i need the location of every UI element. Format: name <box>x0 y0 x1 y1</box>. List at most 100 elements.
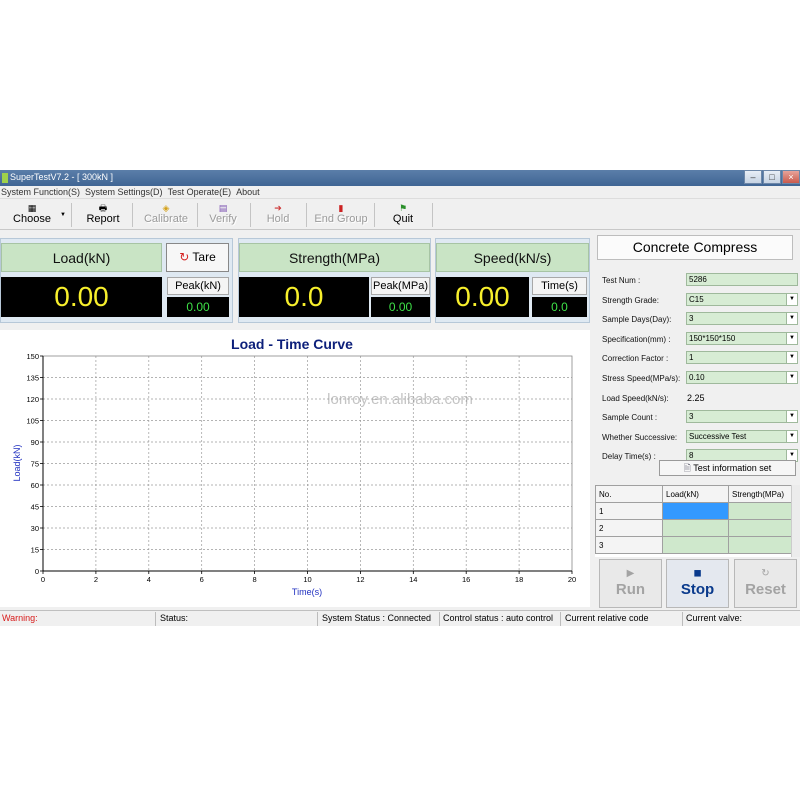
warning-status: Warning: <box>0 612 156 626</box>
field-select[interactable]: 3 ▼ <box>686 312 798 326</box>
system-status: System Status : Connected <box>320 612 440 626</box>
menu-system-function[interactable]: System Function(S) <box>0 186 84 198</box>
field-label: Load Speed(kN/s): <box>602 393 669 403</box>
application-window: SuperTestV7.2 - [ 300kN ] – □ × System F… <box>0 170 800 626</box>
table-row[interactable]: 2 <box>595 519 792 537</box>
field-value-text: 2.25 <box>687 392 705 403</box>
time-value: 0.0 <box>532 297 587 317</box>
load-time-chart: Load - Time Curve lonroy.en.alibaba.com … <box>0 330 590 607</box>
close-button[interactable]: × <box>782 170 800 184</box>
printer-icon: 🖶 <box>98 203 108 213</box>
chevron-down-icon[interactable]: ▼ <box>786 332 797 344</box>
menu-test-operate[interactable]: Test Operate(E) <box>167 186 236 198</box>
field-select[interactable]: 1 ▼ <box>686 351 798 365</box>
chevron-down-icon[interactable]: ▼ <box>786 372 797 383</box>
x-tick-label: 10 <box>303 575 311 584</box>
stop-button[interactable]: ◼ Stop <box>666 559 729 608</box>
strength-peak-label: Peak(MPa) <box>371 277 430 295</box>
table-scrollbar[interactable] <box>791 485 800 557</box>
load-peak-value: 0.00 <box>167 297 229 317</box>
results-table: No. Load(kN) Strength(MPa) 1 2 3 <box>595 485 800 557</box>
field-row: Specification(mm) : 150*150*150 ▼ <box>602 331 798 348</box>
table-row[interactable]: 1 <box>595 502 792 520</box>
speed-header: Speed(kN/s) <box>436 243 589 272</box>
y-tick-label: 0 <box>35 567 39 576</box>
tare-button[interactable]: ↻ Tare <box>166 243 229 272</box>
arrow-right-icon: ➔ <box>274 203 282 213</box>
field-row: Correction Factor :1 ▼ <box>602 351 798 367</box>
strength-cell[interactable] <box>728 519 792 537</box>
app-icon <box>2 173 8 183</box>
chart-title: Load - Time Curve <box>231 336 353 352</box>
strength-cell[interactable] <box>728 536 792 554</box>
y-tick-label: 90 <box>31 438 39 447</box>
row-number: 2 <box>595 519 663 537</box>
chevron-down-icon[interactable]: ▼ <box>60 212 66 218</box>
strength-panel: Strength(MPa) 0.0 Peak(MPa) 0.00 <box>238 238 431 323</box>
choose-button[interactable]: ▦ Choose <box>4 201 60 229</box>
field-select[interactable]: 0.10 ▼ <box>686 371 798 384</box>
maximize-button[interactable]: □ <box>763 170 781 184</box>
y-tick-label: 105 <box>26 417 39 426</box>
reset-button[interactable]: ↻ Reset <box>734 559 797 608</box>
verify-button[interactable]: ▤ Verify <box>201 201 245 229</box>
load-cell[interactable] <box>662 519 729 537</box>
y-tick-label: 135 <box>26 374 39 383</box>
field-select[interactable]: 150*150*150 ▼ <box>686 331 798 345</box>
stop-icon: ◼ <box>693 568 702 579</box>
field-row: Load Speed(kN/s): 2.25 <box>602 391 797 407</box>
field-select[interactable]: Successive Test ▼ <box>686 429 798 443</box>
x-tick-label: 0 <box>41 575 45 584</box>
x-tick-label: 14 <box>409 575 417 584</box>
y-tick-label: 75 <box>31 460 39 469</box>
load-header: Load(kN) <box>1 243 162 272</box>
y-tick-label: 150 <box>26 352 39 361</box>
chevron-down-icon[interactable]: ▼ <box>786 430 797 442</box>
x-tick-label: 20 <box>568 575 576 584</box>
chevron-down-icon[interactable]: ▼ <box>786 352 797 364</box>
y-tick-label: 45 <box>31 503 39 512</box>
column-header-strength: Strength(MPa) <box>728 485 792 503</box>
menu-system-settings[interactable]: System Settings(D) <box>84 186 167 198</box>
chart-ylabel: Load(kN) <box>12 444 22 481</box>
field-label: Sample Days(Day): <box>602 315 672 325</box>
test-information-set-button[interactable]: 🗎 Test information set <box>659 460 796 476</box>
y-tick-label: 120 <box>26 395 39 404</box>
load-panel: Load(kN) ↻ Tare 0.00 Peak(kN) 0.00 <box>0 238 233 323</box>
reset-icon: ↻ <box>761 568 770 579</box>
report-button[interactable]: 🖶 Report <box>78 201 128 229</box>
stop-sign-icon: ▮ <box>338 203 344 213</box>
field-row: Test Num : 5286 <box>602 273 798 289</box>
load-value: 0.00 <box>1 277 162 317</box>
field-label: Whether Successive: <box>602 432 678 442</box>
menu-about[interactable]: About <box>235 186 264 198</box>
field-input[interactable]: 5286 <box>686 273 798 286</box>
table-row[interactable]: 3 <box>595 536 792 554</box>
load-cell[interactable] <box>662 502 729 520</box>
field-select[interactable]: C15 ▼ <box>686 292 798 306</box>
field-value: 150*150*150 <box>689 333 736 343</box>
calibrate-button[interactable]: ◈ Calibrate <box>138 201 194 229</box>
load-peak-label: Peak(kN) <box>167 277 229 295</box>
status-bar: Warning: Status: System Status : Connect… <box>0 610 800 626</box>
chart-xlabel: Time(s) <box>292 587 322 597</box>
run-button[interactable]: ▶ Run <box>599 559 662 608</box>
x-tick-label: 4 <box>147 575 151 584</box>
load-cell[interactable] <box>662 536 729 554</box>
chevron-down-icon[interactable]: ▼ <box>786 313 797 325</box>
control-status: Control status : auto control <box>441 612 561 626</box>
field-value: 3 <box>689 314 694 324</box>
strength-cell[interactable] <box>728 502 792 520</box>
chevron-down-icon[interactable]: ▼ <box>786 411 797 423</box>
field-select[interactable]: 3 ▼ <box>686 410 798 424</box>
end-group-button[interactable]: ▮ End Group <box>311 201 371 229</box>
chevron-down-icon[interactable]: ▼ <box>786 293 797 305</box>
field-label: Delay Time(s) : <box>602 452 656 462</box>
field-value: 1 <box>689 353 694 363</box>
hold-button[interactable]: ➔ Hold <box>257 201 299 229</box>
minimize-button[interactable]: – <box>744 170 762 184</box>
speed-panel: Speed(kN/s) 0.00 Time(s) 0.0 <box>435 238 590 323</box>
grid-icon: ▦ <box>27 203 37 213</box>
quit-button[interactable]: ⚑ Quit <box>378 201 428 229</box>
field-value: 3 <box>689 412 694 422</box>
